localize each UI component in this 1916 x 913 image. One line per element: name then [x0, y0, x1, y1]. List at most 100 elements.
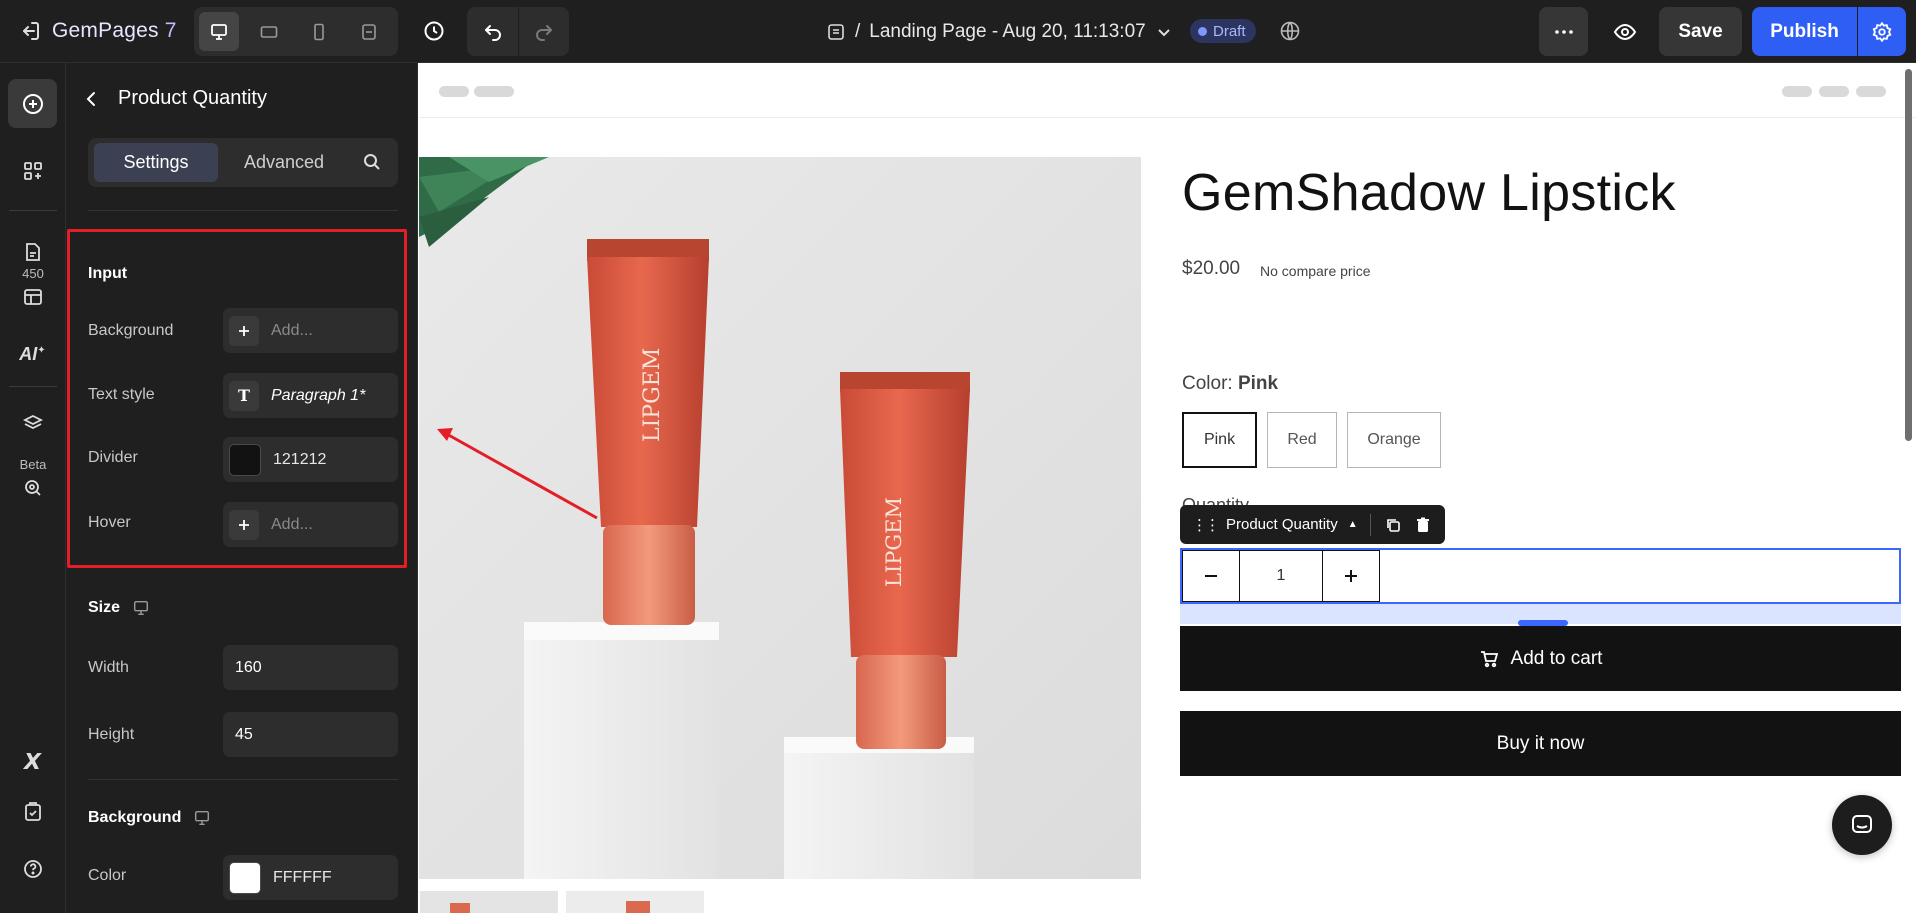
desktop-device-button[interactable]	[199, 12, 239, 51]
duplicate-icon[interactable]	[1385, 517, 1401, 533]
tab-advanced[interactable]: Advanced	[222, 143, 346, 182]
status-dot	[1198, 26, 1207, 36]
minus-icon	[1205, 575, 1218, 577]
background-title-text: Background	[88, 809, 182, 826]
ai-button[interactable]: AI✦	[8, 330, 57, 379]
add-element-button[interactable]	[8, 79, 57, 128]
x-logo-icon: 𝙓	[24, 748, 41, 774]
width-input[interactable]: 160	[223, 645, 398, 690]
publish-settings-button[interactable]	[1858, 7, 1906, 56]
app-brand: GemPages 7	[52, 19, 177, 43]
layers-button[interactable]	[8, 399, 57, 448]
redo-icon	[536, 24, 552, 41]
document-icon	[25, 242, 40, 261]
template-icon	[23, 288, 42, 305]
templates-button[interactable]	[8, 272, 57, 321]
variant-option-red[interactable]: Red	[1267, 412, 1337, 468]
gear-icon	[1872, 21, 1892, 42]
background-color-field[interactable]: FFFFFF	[223, 855, 398, 900]
mobile-icon	[314, 23, 324, 40]
buy-now-button[interactable]: Buy it now	[1180, 711, 1901, 776]
add-to-cart-label: Add to cart	[1510, 647, 1603, 669]
chat-icon	[1852, 815, 1872, 833]
quantity-input[interactable]: 1	[1239, 551, 1323, 601]
desktop-icon	[211, 23, 227, 40]
decrease-button[interactable]	[1183, 551, 1239, 601]
caret-up-icon[interactable]: ▲	[1348, 519, 1358, 530]
beta-feature-button[interactable]	[8, 463, 57, 512]
toolbar-divider	[1369, 513, 1371, 536]
checklist-button[interactable]	[8, 787, 57, 836]
exit-icon[interactable]	[18, 19, 42, 43]
search-icon[interactable]	[360, 150, 384, 174]
height-input[interactable]: 45	[223, 712, 398, 757]
element-toolbar-label[interactable]: Product Quantity	[1226, 516, 1338, 533]
panel-title: Product Quantity	[118, 87, 267, 109]
rail-divider	[9, 386, 57, 387]
product-title[interactable]: GemShadow Lipstick	[1182, 163, 1676, 223]
product-price[interactable]: $20.00	[1182, 258, 1240, 280]
product-thumbnail[interactable]	[566, 891, 704, 913]
history-icon[interactable]	[420, 17, 448, 45]
tablet-landscape-icon	[260, 25, 278, 38]
add-to-cart-button[interactable]: Add to cart	[1180, 626, 1901, 691]
variant-label: Color: Pink	[1182, 373, 1278, 395]
drag-handle-icon[interactable]: ⋮⋮	[1192, 516, 1220, 534]
background-color-swatch[interactable]	[229, 861, 261, 894]
height-value: 45	[235, 725, 253, 743]
status-text: Draft	[1213, 22, 1246, 40]
trash-icon[interactable]	[1415, 517, 1431, 533]
background-section-title: Background	[88, 809, 211, 827]
panel-tabs: Settings Advanced	[88, 138, 398, 187]
header-placeholder	[1782, 86, 1812, 97]
save-button[interactable]: Save	[1659, 7, 1742, 56]
custom-width-button[interactable]	[349, 12, 389, 51]
desktop-icon	[133, 600, 149, 616]
page-title: Landing Page - Aug 20, 11:13:07	[869, 21, 1146, 42]
chevron-down-icon	[1158, 29, 1170, 37]
color-label: Color	[88, 867, 127, 884]
x-integration-button[interactable]: 𝙓	[8, 737, 57, 786]
redo-button[interactable]	[518, 7, 569, 56]
back-arrow-icon[interactable]	[82, 89, 102, 109]
resize-icon	[362, 23, 376, 40]
header-placeholder	[1819, 86, 1849, 97]
tablet-landscape-button[interactable]	[249, 12, 289, 51]
compare-price[interactable]: No compare price	[1260, 263, 1371, 279]
increase-button[interactable]	[1323, 551, 1379, 601]
header-divider	[419, 117, 1916, 118]
more-horizontal-icon	[1554, 29, 1573, 34]
undo-redo-group	[467, 7, 569, 56]
location-settings-icon	[24, 479, 41, 496]
eye-icon	[1613, 23, 1637, 40]
more-options-button[interactable]	[1539, 7, 1588, 56]
background-color-value: FFFFFF	[273, 868, 332, 886]
clipboard-check-icon	[24, 801, 41, 821]
page-icon	[828, 24, 844, 40]
editor-canvas: LIPGEM LIPGEM GemShadow Lipstick $20.00 …	[419, 63, 1916, 913]
undo-button[interactable]	[467, 7, 518, 56]
mobile-device-button[interactable]	[299, 12, 339, 51]
rail-divider	[9, 210, 57, 211]
device-switcher	[194, 7, 398, 56]
variant-option-orange[interactable]: Orange	[1347, 412, 1441, 468]
cart-icon	[1480, 650, 1498, 667]
help-button[interactable]	[8, 844, 57, 893]
globe-icon[interactable]	[1276, 17, 1304, 45]
brand-name: GemPages	[52, 19, 159, 42]
width-value: 160	[235, 658, 262, 676]
sections-button[interactable]	[8, 146, 57, 195]
publish-button[interactable]: Publish	[1752, 7, 1857, 56]
brand-version: 7	[164, 19, 177, 42]
height-label: Height	[88, 726, 135, 743]
product-thumbnail[interactable]	[420, 891, 558, 913]
preview-button[interactable]	[1602, 7, 1648, 56]
tube-brand-text: LIPGEM	[882, 497, 906, 587]
chat-widget-button[interactable]	[1832, 795, 1892, 855]
variant-option-pink[interactable]: Pink	[1182, 412, 1257, 468]
help-circle-icon	[23, 859, 42, 878]
product-image[interactable]: LIPGEM LIPGEM	[419, 157, 1141, 879]
page-selector[interactable]: / Landing Page - Aug 20, 11:13:07	[826, 19, 1173, 45]
tab-settings[interactable]: Settings	[94, 143, 218, 182]
canvas-scrollbar[interactable]	[1905, 69, 1912, 441]
